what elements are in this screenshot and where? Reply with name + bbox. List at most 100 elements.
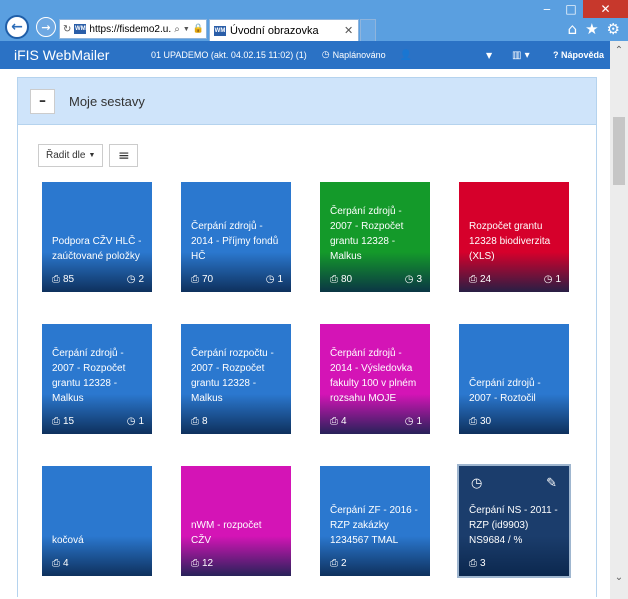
scroll-up-icon[interactable]: ⌃ [610, 41, 628, 59]
app-brand[interactable]: iFIS WebMailer [0, 47, 151, 63]
tile-title: Rozpočet grantu 12328 biodiverzita (XLS) [469, 221, 551, 262]
settings-gear-icon[interactable]: ⚙ [607, 20, 620, 38]
collapse-button[interactable]: – [30, 88, 55, 114]
list-view-button[interactable]: ≡ [109, 144, 139, 167]
list-icon: ≡ [118, 147, 130, 164]
printer-icon: ⎙ [469, 558, 477, 569]
report-tile[interactable]: Rozpočet grantu 12328 biodiverzita (XLS)… [459, 182, 569, 292]
clock-icon: ◷ [404, 274, 414, 285]
user-icon[interactable]: 👤 [400, 50, 412, 61]
schedule-count: ◷ 2 [127, 274, 144, 285]
browser-chrome: ‒ □ ✕ ← → ↻ WM https://fisdemo2.u... ⌕ ▼… [0, 0, 628, 41]
help-link[interactable]: ? Nápověda [553, 50, 604, 60]
dropdown-icon[interactable]: ▼ [183, 26, 190, 33]
tile-title: kočová [52, 535, 84, 546]
tile-title: Čerpání zdrojů - 2014 - Příjmy fondů HČ [191, 221, 279, 262]
scroll-down-icon[interactable]: ⌄ [610, 568, 628, 586]
tab-close-icon[interactable]: ✕ [344, 24, 358, 37]
print-count-value: 3 [480, 558, 486, 569]
printer-icon: ⎙ [52, 558, 60, 569]
edit-icon[interactable]: ✎ [546, 476, 557, 491]
favorites-star-icon[interactable]: ★ [585, 20, 598, 38]
home-icon[interactable]: ⌂ [568, 20, 578, 38]
print-count: ⎙ 24 [469, 274, 491, 285]
minimize-button[interactable]: ‒ [535, 0, 559, 18]
printer-icon: ⎙ [330, 274, 338, 285]
report-tile[interactable]: Čerpání ZF - 2016 - RZP zakázky 1234567 … [320, 466, 430, 576]
scrollbar-thumb[interactable] [613, 117, 625, 185]
tile-title: Čerpání rozpočtu - 2007 - Rozpočet grant… [191, 348, 274, 404]
print-count: ⎙ 70 [191, 274, 213, 285]
maximize-button[interactable]: □ [559, 0, 583, 18]
report-tile[interactable]: nWM - rozpočet CŽV ⎙ 12 [181, 466, 291, 576]
schedule-count: ◷ 3 [405, 274, 422, 285]
schedule-count: ◷ 1 [266, 274, 283, 285]
print-count-value: 2 [341, 558, 347, 569]
schedule-count: ◷ 1 [127, 416, 144, 427]
tab-title: Úvodní obrazovka [230, 24, 319, 37]
page-scrollbar[interactable]: ⌃ ⌄ [610, 41, 628, 599]
panel-header: – Moje sestavy [18, 78, 596, 125]
schedule-count-value: 1 [138, 416, 144, 427]
scheduled-label: Naplánováno [332, 50, 386, 60]
address-bar[interactable]: ↻ WM https://fisdemo2.u... ⌕ ▼ 🔒 [59, 19, 207, 39]
printer-icon: ⎙ [191, 416, 199, 427]
printer-icon: ⎙ [52, 416, 60, 427]
print-count-value: 12 [202, 558, 214, 569]
forward-arrow-icon[interactable]: → [36, 17, 56, 37]
print-count: ⎙ 8 [191, 416, 208, 427]
report-tile[interactable]: Čerpání zdrojů - 2014 - Příjmy fondů HČ ⎙… [181, 182, 291, 292]
back-arrow-icon[interactable]: ← [5, 15, 29, 39]
print-count: ⎙ 85 [52, 274, 74, 285]
schedule-count: ◷ 1 [544, 274, 561, 285]
report-tile[interactable]: ◷ ✎ Čerpání NS - 2011 - RZP (id9903) NS968… [459, 466, 569, 576]
tile-title: Čerpání zdrojů - 2007 - Roztočil [469, 378, 541, 404]
window-controls: ‒ □ ✕ [535, 0, 628, 18]
address-url[interactable]: https://fisdemo2.u... [89, 24, 171, 35]
print-count: ⎙ 3 [469, 558, 486, 569]
sort-label: Řadit dle [46, 150, 86, 161]
browser-toolbar-icons: ⌂ ★ ⚙ [568, 20, 620, 38]
print-count: ⎙ 12 [191, 558, 213, 569]
caret-down-icon[interactable]: ▼ [486, 51, 492, 60]
sort-button[interactable]: Řadit dle ▼ [38, 144, 104, 167]
print-count-value: 30 [480, 416, 492, 427]
clock-icon: ◷ [126, 274, 136, 285]
print-count: ⎙ 4 [52, 558, 69, 569]
lock-icon: 🔒 [192, 24, 204, 34]
schedule-count: ◷ 1 [405, 416, 422, 427]
tile-title: Čerpání zdrojů - 2007 - Rozpočet grantu … [330, 206, 404, 262]
site-favicon: WM [74, 24, 87, 34]
caret-down-icon: ▼ [88, 152, 96, 159]
report-tile[interactable]: kočová ⎙ 4 [42, 466, 152, 576]
report-tile[interactable]: Čerpání zdrojů - 2007 - Rozpočet grantu … [42, 324, 152, 434]
printer-icon: ⎙ [191, 274, 199, 285]
print-count-value: 4 [341, 416, 347, 427]
book-menu-icon[interactable]: ▥ ▾ [512, 50, 530, 61]
printer-icon: ⎙ [469, 416, 477, 427]
report-tile[interactable]: Čerpání zdrojů - 2014 - Výsledovka fakul… [320, 324, 430, 434]
schedule-clock-icon[interactable]: ◷ [471, 476, 482, 491]
printer-icon: ⎙ [191, 558, 199, 569]
report-tile[interactable]: Podpora CŽV HLČ - zaúčtované položky ⎙ 85 ◷… [42, 182, 152, 292]
search-icon[interactable]: ⌕ [174, 24, 180, 35]
clock-icon: ◷ [543, 274, 553, 285]
schedule-count-value: 2 [138, 274, 144, 285]
print-count-value: 24 [480, 274, 492, 285]
close-window-button[interactable]: ✕ [583, 0, 628, 18]
clock-icon: ◷ [126, 416, 136, 427]
tab-uvodni-obrazovka[interactable]: WM Úvodní obrazovka ✕ [209, 19, 359, 41]
print-count: ⎙ 2 [330, 558, 347, 569]
app-navbar: iFIS WebMailer 01 UPADEMO (akt. 04.02.15… [0, 41, 610, 69]
report-tile[interactable]: Čerpání rozpočtu - 2007 - Rozpočet grant… [181, 324, 291, 434]
new-tab-button[interactable] [360, 19, 376, 41]
tile-title: nWM - rozpočet CŽV [191, 520, 262, 546]
scheduled-link[interactable]: ◷ Naplánováno [322, 50, 386, 60]
report-tile[interactable]: Čerpání zdrojů - 2007 - Roztočil ⎙ 30 [459, 324, 569, 434]
report-tile[interactable]: Čerpání zdrojů - 2007 - Rozpočet grantu … [320, 182, 430, 292]
database-status[interactable]: 01 UPADEMO (akt. 04.02.15 11:02) (1) [151, 50, 307, 60]
refresh-icon[interactable]: ↻ [63, 24, 71, 35]
print-count-value: 70 [202, 274, 214, 285]
print-count: ⎙ 15 [52, 416, 74, 427]
print-count-value: 85 [63, 274, 75, 285]
